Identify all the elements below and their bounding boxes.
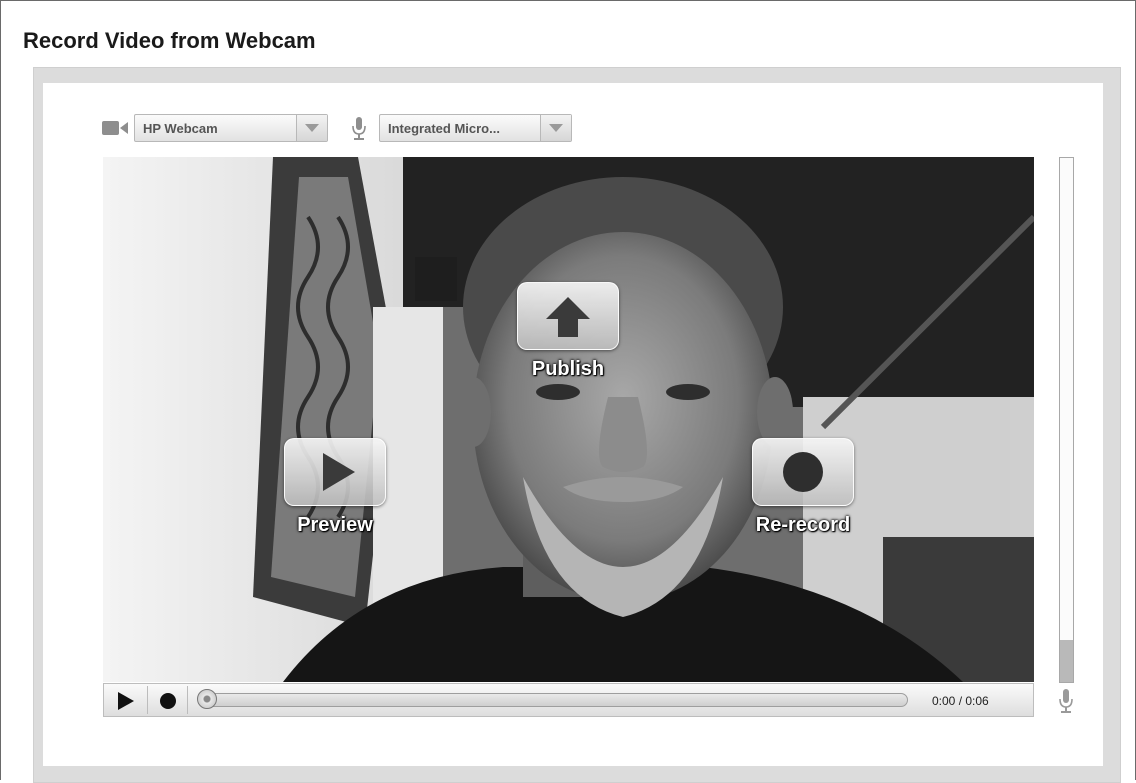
control-separator	[187, 686, 188, 714]
preview-button[interactable]: Preview	[273, 438, 397, 537]
publish-button[interactable]: Publish	[506, 282, 630, 381]
audio-level-meter	[1059, 157, 1074, 683]
camera-select-value: HP Webcam	[143, 121, 218, 136]
audio-level-fill	[1060, 640, 1073, 682]
publish-label: Publish	[531, 358, 605, 380]
camera-select[interactable]: HP Webcam	[134, 114, 328, 142]
microphone-icon	[1058, 689, 1074, 720]
progress-track[interactable]	[200, 693, 908, 707]
playback-control-bar: 0:00 / 0:06	[103, 683, 1034, 717]
video-camera-icon	[102, 120, 128, 141]
chevron-down-icon[interactable]	[296, 115, 327, 141]
webcam-video: Publish Preview Re-record	[103, 157, 1034, 682]
up-arrow-icon	[517, 282, 619, 350]
record-icon[interactable]	[160, 693, 176, 709]
play-icon	[284, 438, 386, 506]
rerecord-label: Re-record	[755, 514, 851, 536]
play-icon[interactable]	[118, 692, 134, 710]
preview-label: Preview	[297, 514, 373, 536]
rerecord-button[interactable]: Re-record	[739, 438, 867, 537]
microphone-select-value: Integrated Micro...	[388, 121, 500, 136]
microphone-select[interactable]: Integrated Micro...	[379, 114, 572, 142]
microphone-icon	[352, 117, 366, 146]
chevron-down-icon[interactable]	[540, 115, 571, 141]
record-icon	[752, 438, 854, 506]
time-readout: 0:00 / 0:06	[932, 694, 989, 708]
page-title: Record Video from Webcam	[23, 28, 316, 53]
progress-scrubber[interactable]	[197, 689, 217, 709]
control-separator	[147, 686, 148, 714]
